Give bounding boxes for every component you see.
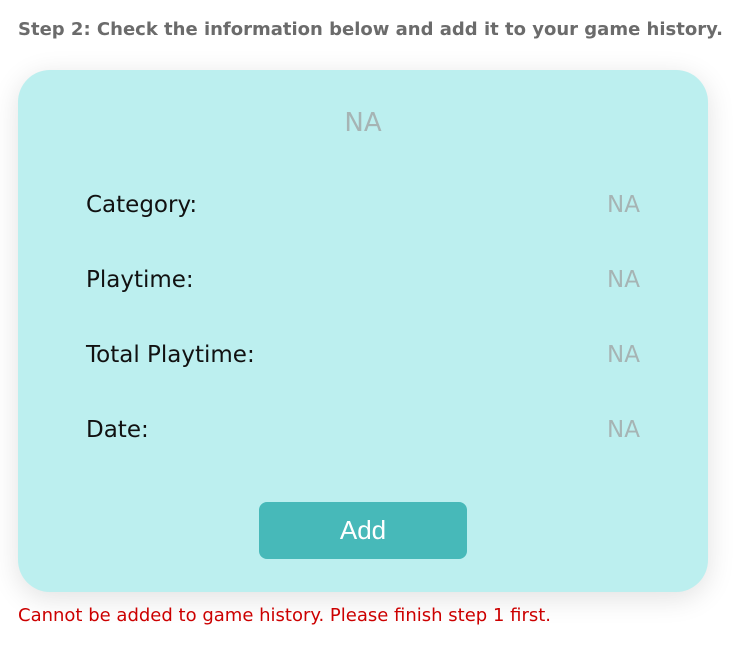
date-row: Date: NA <box>86 413 640 447</box>
game-name: NA <box>344 108 382 138</box>
date-value: NA <box>607 417 640 443</box>
error-message: Cannot be added to game history. Please … <box>18 605 552 626</box>
playtime-value: NA <box>607 267 640 293</box>
playtime-label: Playtime: <box>86 267 194 293</box>
category-value: NA <box>607 192 640 218</box>
total-playtime-label: Total Playtime: <box>86 342 255 368</box>
total-playtime-value: NA <box>607 342 640 368</box>
category-row: Category: NA <box>86 188 640 222</box>
step-title: Step 2: Check the information below and … <box>18 19 724 40</box>
game-info-card: NA Category: NA Playtime: NA Total Playt… <box>18 70 708 592</box>
add-button[interactable]: Add <box>259 502 467 559</box>
playtime-row: Playtime: NA <box>86 263 640 297</box>
total-playtime-row: Total Playtime: NA <box>86 338 640 372</box>
date-label: Date: <box>86 417 149 443</box>
category-label: Category: <box>86 192 198 218</box>
